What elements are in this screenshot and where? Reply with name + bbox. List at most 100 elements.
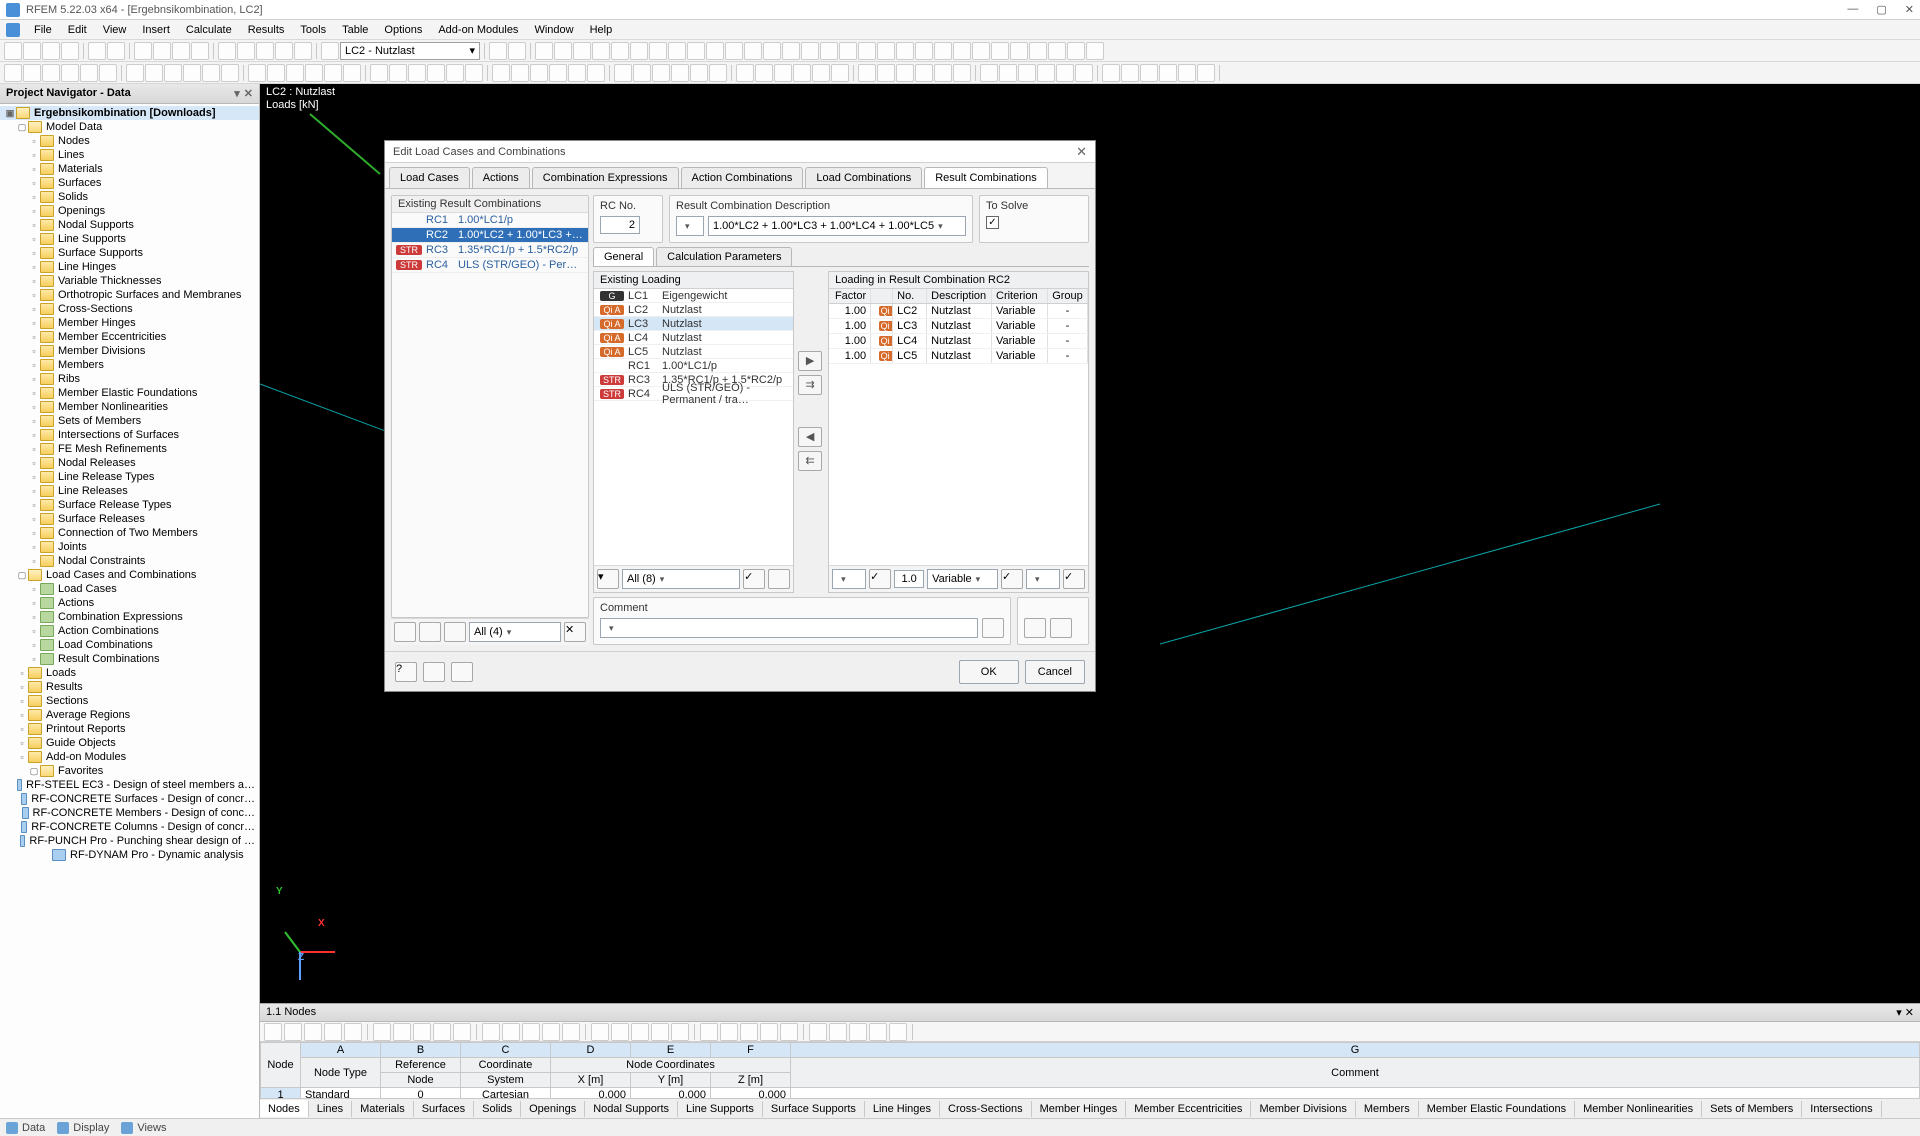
tb-extra-15[interactable] [820, 42, 838, 60]
rc-num-button[interactable] [444, 622, 466, 642]
data-tab[interactable]: Line Hinges [865, 1101, 940, 1117]
tree-item[interactable]: ▫Nodal Releases [0, 456, 259, 470]
tb2-50[interactable] [1018, 64, 1036, 82]
tb2-24[interactable] [492, 64, 510, 82]
tb-extra-25[interactable] [1010, 42, 1028, 60]
tb2-26[interactable] [530, 64, 548, 82]
tree-item[interactable]: ▫Line Release Types [0, 470, 259, 484]
tree-item[interactable]: ▫Line Releases [0, 484, 259, 498]
data-tab[interactable]: Member Hinges [1032, 1101, 1127, 1117]
dpbtn-11[interactable] [502, 1023, 520, 1041]
tb2-34[interactable] [690, 64, 708, 82]
tb2-17[interactable] [343, 64, 361, 82]
rc-table-row[interactable]: 1.00Qi ALC4NutzlastVariable- [829, 334, 1088, 349]
help-button[interactable]: ? [395, 662, 417, 682]
tb2-45[interactable] [915, 64, 933, 82]
to-solve-checkbox[interactable]: ✓ [986, 216, 999, 229]
tb2-8[interactable] [164, 64, 182, 82]
loading-row[interactable]: Qi ALC3Nutzlast [594, 317, 793, 331]
tb2-35[interactable] [709, 64, 727, 82]
close-button[interactable]: ✕ [1905, 3, 1914, 16]
dialog-tab[interactable]: Load Cases [389, 167, 470, 188]
dpbtn-22[interactable] [740, 1023, 758, 1041]
dpbtn-3[interactable] [324, 1023, 342, 1041]
tb-extra-16[interactable] [839, 42, 857, 60]
tb-extra-6[interactable] [649, 42, 667, 60]
rc-type-dropdown[interactable]: ▾ [676, 216, 704, 236]
tb2-23[interactable] [465, 64, 483, 82]
tb-extra-13[interactable] [782, 42, 800, 60]
tb2-36[interactable] [736, 64, 754, 82]
tb2-28[interactable] [568, 64, 586, 82]
tree-item[interactable]: ▫Load Combinations [0, 638, 259, 652]
loading-row[interactable]: Qi ALC5Nutzlast [594, 345, 793, 359]
rc-desc-dropdown[interactable]: 1.00*LC2 + 1.00*LC3 + 1.00*LC4 + 1.00*LC… [708, 216, 966, 236]
dpbtn-9[interactable] [453, 1023, 471, 1041]
rc-no-input[interactable] [600, 216, 640, 234]
remove-all-button[interactable]: ⇇ [798, 451, 822, 471]
tree-item[interactable]: ▫Line Supports [0, 232, 259, 246]
rc-row[interactable]: STRRC31.35*RC1/p + 1.5*RC2/p [392, 243, 588, 258]
dpbtn-29[interactable] [889, 1023, 907, 1041]
tree-item[interactable]: ▫Ribs [0, 372, 259, 386]
tb2-27[interactable] [549, 64, 567, 82]
tb2-6[interactable] [126, 64, 144, 82]
tree-item[interactable]: ▫Guide Objects [0, 736, 259, 750]
tree-item[interactable]: ▫Member Elastic Foundations [0, 386, 259, 400]
tree-item[interactable]: ▫Member Eccentricities [0, 330, 259, 344]
dpbtn-20[interactable] [700, 1023, 718, 1041]
tb-b1[interactable] [134, 42, 152, 60]
tb-extra-23[interactable] [972, 42, 990, 60]
menu-window[interactable]: Window [526, 22, 581, 38]
tb-b7[interactable] [256, 42, 274, 60]
tb-b3[interactable] [172, 42, 190, 60]
nav-pin-icon[interactable]: ▾ [234, 87, 240, 100]
tb-extra-18[interactable] [877, 42, 895, 60]
tree-item[interactable]: ▫Surface Release Types [0, 498, 259, 512]
status-data[interactable]: Data [6, 1122, 45, 1134]
data-tab[interactable]: Member Nonlinearities [1575, 1101, 1702, 1117]
dialog-tab[interactable]: Action Combinations [681, 167, 804, 188]
tree-item[interactable]: ▫FE Mesh Refinements [0, 442, 259, 456]
tb2-0[interactable] [4, 64, 22, 82]
data-tab[interactable]: Member Divisions [1251, 1101, 1355, 1117]
rc-filter-dropdown[interactable]: All (4)▾ [469, 622, 561, 642]
data-tab[interactable]: Nodes [260, 1100, 309, 1117]
tb-b8[interactable] [275, 42, 293, 60]
loading-filter-dropdown[interactable]: All (8)▾ [622, 569, 740, 589]
status-display[interactable]: Display [57, 1122, 109, 1134]
tb2-21[interactable] [427, 64, 445, 82]
tb-save[interactable] [42, 42, 60, 60]
dpbtn-7[interactable] [413, 1023, 431, 1041]
comment-input[interactable]: ▾ [600, 618, 978, 638]
tb2-44[interactable] [896, 64, 914, 82]
tb2-49[interactable] [999, 64, 1017, 82]
tb-nav-next[interactable] [508, 42, 526, 60]
data-tab[interactable]: Materials [352, 1101, 414, 1117]
tree-item[interactable]: ▫Materials [0, 162, 259, 176]
tb-extra-26[interactable] [1029, 42, 1047, 60]
tb2-3[interactable] [61, 64, 79, 82]
tree-item[interactable]: ▫Orthotropic Surfaces and Membranes [0, 288, 259, 302]
tb-extra-17[interactable] [858, 42, 876, 60]
dpbtn-25[interactable] [809, 1023, 827, 1041]
add-all-button[interactable]: ⇉ [798, 375, 822, 395]
tb-new[interactable] [4, 42, 22, 60]
tb-extra-11[interactable] [744, 42, 762, 60]
rc-table-row[interactable]: 1.00Qi ALC2NutzlastVariable- [829, 304, 1088, 319]
dpbtn-6[interactable] [393, 1023, 411, 1041]
tree-item[interactable]: ▫Result Combinations [0, 652, 259, 666]
dialog-tab[interactable]: Combination Expressions [532, 167, 679, 188]
tb2-51[interactable] [1037, 64, 1055, 82]
dpbtn-0[interactable] [264, 1023, 282, 1041]
tb-extra-28[interactable] [1067, 42, 1085, 60]
data-tab[interactable]: Openings [521, 1101, 585, 1117]
data-tab[interactable]: Cross-Sections [940, 1101, 1032, 1117]
data-tab[interactable]: Intersections [1802, 1101, 1881, 1117]
tree-item[interactable]: RF-PUNCH Pro - Punching shear design of … [0, 834, 259, 848]
tb-extra-24[interactable] [991, 42, 1009, 60]
tb2-15[interactable] [305, 64, 323, 82]
loading-row[interactable]: GLC1Eigengewicht [594, 289, 793, 303]
menu-view[interactable]: View [95, 22, 135, 38]
data-tab[interactable]: Members [1356, 1101, 1419, 1117]
